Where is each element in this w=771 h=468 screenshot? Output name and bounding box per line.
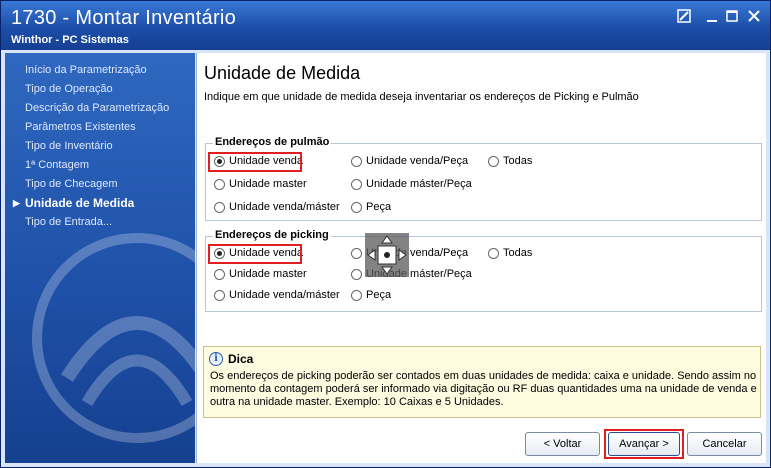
radio-indicator [214, 202, 225, 213]
step-unidade-medida[interactable]: ▶ Unidade de Medida [5, 194, 195, 213]
close-icon[interactable] [746, 9, 762, 25]
picking-radio-unidade-venda-master[interactable]: Unidade venda/máster [212, 287, 340, 304]
page-description: Indique em que unidade de medida deseja … [204, 91, 639, 103]
radio-label: Unidade venda/máster [229, 289, 340, 301]
radio-label: Unidade venda/Peça [366, 155, 469, 167]
step-primeira-contagem[interactable]: 1ª Contagem [5, 156, 195, 175]
radio-indicator [488, 248, 499, 259]
radio-indicator [351, 269, 362, 280]
radio-indicator [351, 290, 362, 301]
radio-label: Unidade máster/Peça [366, 178, 472, 190]
tip-text: Os endereços de picking poderão ser cont… [210, 370, 757, 408]
app-window: 1730 - Montar Inventário Winthor - PC Si… [0, 0, 771, 468]
radio-label: Todas [503, 155, 533, 167]
step-tipo-operacao[interactable]: Tipo de Operação [5, 80, 195, 99]
page-title: Unidade de Medida [204, 63, 361, 83]
picking-radio-unidade-master[interactable]: Unidade master [212, 266, 307, 283]
pulmao-radio-todas[interactable]: Todas [486, 153, 532, 170]
pulmao-radio-unidade-master-peca[interactable]: Unidade máster/Peça [349, 176, 472, 193]
step-label: 1ª Contagem [25, 159, 89, 171]
radio-indicator [351, 179, 362, 190]
step-label: Tipo de Checagem [25, 178, 118, 190]
radio-label: Unidade venda/máster [229, 201, 340, 213]
pulmao-radio-unidade-master[interactable]: Unidade master [212, 176, 307, 193]
window-title: 1730 - Montar Inventário [11, 7, 237, 29]
radio-indicator [214, 269, 225, 280]
radio-label: Unidade master [229, 178, 307, 190]
step-label: Tipo de Entrada... [25, 216, 113, 228]
step-tipo-checagem[interactable]: Tipo de Checagem [5, 175, 195, 194]
step-tipo-entrada[interactable]: Tipo de Entrada... [5, 213, 195, 232]
tip-title: Dica [228, 352, 254, 366]
step-label: Unidade de Medida [25, 196, 135, 210]
radio-label: Peça [366, 289, 392, 301]
maximize-icon[interactable] [724, 9, 740, 25]
info-icon: i [209, 352, 223, 366]
step-tipo-inventario[interactable]: Tipo de Inventário [5, 137, 195, 156]
step-inicio-parametrizacao[interactable]: Início da Parametrização [5, 61, 195, 80]
radio-indicator [351, 156, 362, 167]
picking-radio-todas[interactable]: Todas [486, 245, 532, 262]
tip-box: i Dica Os endereços de picking poderão s… [203, 346, 761, 418]
window-subtitle: Winthor - PC Sistemas [11, 34, 129, 46]
step-parametros-existentes[interactable]: Parâmetros Existentes [5, 118, 195, 137]
radio-label: Todas [503, 247, 533, 259]
wizard-content: Unidade de Medida Indique em que unidade… [196, 53, 766, 426]
highlight-frame [604, 429, 684, 459]
step-label: Parâmetros Existentes [25, 121, 136, 133]
current-step-arrow-icon: ▶ [13, 198, 20, 208]
company-logo-icon [32, 233, 195, 443]
wizard-steps: Início da Parametrização Tipo de Operaçã… [5, 61, 195, 232]
step-label: Descrição da Parametrização [25, 102, 170, 114]
pulmao-radio-unidade-venda-peca[interactable]: Unidade venda/Peça [349, 153, 468, 170]
pulmao-radio-unidade-venda-master[interactable]: Unidade venda/máster [212, 199, 340, 216]
radio-indicator [351, 248, 362, 259]
picking-radio-peca[interactable]: Peça [349, 287, 391, 304]
step-label: Tipo de Operação [25, 83, 113, 95]
step-label: Início da Parametrização [25, 64, 147, 76]
restore-icon[interactable] [676, 9, 692, 25]
cancel-button[interactable]: Cancelar [687, 432, 762, 456]
radio-label: Peça [366, 201, 392, 213]
back-button[interactable]: < Voltar [525, 432, 600, 456]
title-bar[interactable]: 1730 - Montar Inventário Winthor - PC Si… [1, 1, 770, 50]
radio-indicator [488, 156, 499, 167]
radio-indicator [214, 179, 225, 190]
move-cursor-icon [365, 233, 409, 277]
picking-group: Endereços de picking Unidade venda Unida… [205, 229, 762, 312]
pulmao-radio-peca[interactable]: Peça [349, 199, 391, 216]
radio-indicator [351, 202, 362, 213]
highlight-frame [208, 152, 302, 172]
radio-indicator [214, 290, 225, 301]
pulmao-group-title: Endereços de pulmão [213, 136, 332, 148]
pulmao-group: Endereços de pulmão Unidade venda Unidad… [205, 136, 762, 221]
wizard-footer: < Voltar Avançar > Cancelar [196, 426, 766, 463]
picking-group-title: Endereços de picking [213, 229, 331, 241]
wizard-sidebar: Início da Parametrização Tipo de Operaçã… [5, 53, 195, 463]
step-label: Tipo de Inventário [25, 140, 113, 152]
minimize-icon[interactable] [704, 9, 720, 25]
radio-label: Unidade master [229, 268, 307, 280]
step-descricao-parametrizacao[interactable]: Descrição da Parametrização [5, 99, 195, 118]
highlight-frame [208, 244, 302, 264]
